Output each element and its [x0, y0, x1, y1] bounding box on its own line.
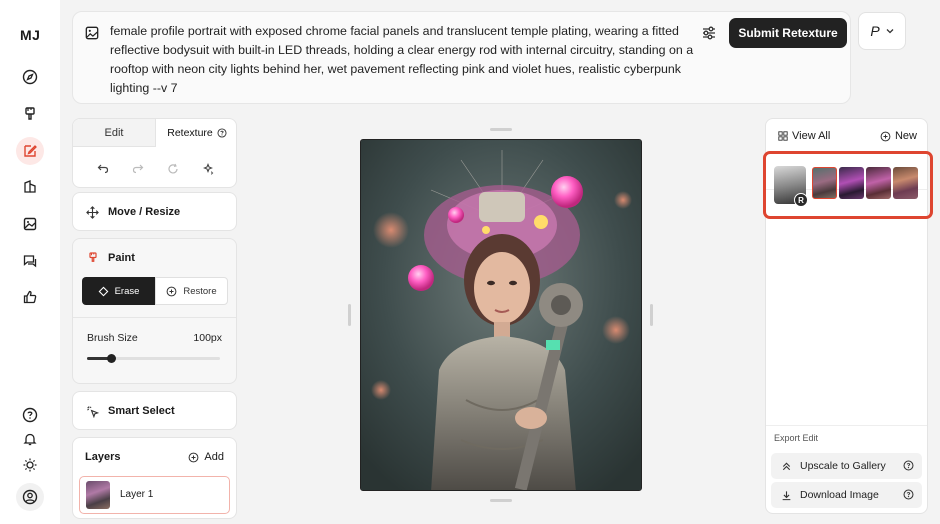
- image-prompt-icon[interactable]: [85, 26, 99, 40]
- divider: [766, 425, 927, 426]
- plus-circle-icon: [189, 452, 199, 462]
- submit-retexture-button[interactable]: Submit Retexture: [729, 18, 847, 48]
- download-image-button[interactable]: Download Image: [771, 482, 922, 508]
- grid-icon: [778, 131, 788, 141]
- layout-icon: [24, 180, 36, 193]
- upscale-to-gallery-button[interactable]: Upscale to Gallery: [771, 453, 922, 479]
- redo-icon[interactable]: [132, 163, 144, 175]
- edit-mode-tabs: Edit Retexture: [72, 118, 237, 188]
- brush-size-slider[interactable]: [87, 354, 220, 363]
- rail-gallery-button[interactable]: [16, 210, 44, 238]
- plus-circle-icon: [166, 286, 177, 296]
- profile-label: P: [870, 23, 880, 39]
- erase-button[interactable]: Erase: [82, 277, 155, 305]
- upscale-label: Upscale to Gallery: [800, 460, 886, 472]
- tab-retexture-label: Retexture: [167, 127, 213, 139]
- move-resize-tool[interactable]: Move / Resize: [72, 192, 237, 231]
- chevron-down-icon: [886, 29, 894, 34]
- left-rail: MJ: [0, 0, 60, 524]
- restore-button[interactable]: Restore: [155, 277, 228, 305]
- rail-likes-button[interactable]: [16, 283, 44, 311]
- help-icon: [22, 407, 38, 423]
- download-icon: [782, 490, 791, 500]
- canvas-image: [361, 140, 641, 490]
- layers-panel: Layers Add Layer 1: [72, 437, 237, 519]
- paint-panel: Paint Erase Restore Brush Size 100px: [72, 238, 237, 384]
- image-icon: [23, 217, 37, 231]
- move-icon: [86, 206, 99, 219]
- chat-icon: [23, 255, 37, 268]
- smart-select-tool[interactable]: Smart Select: [72, 391, 237, 430]
- canvas-bottom-handle[interactable]: [490, 499, 512, 502]
- add-layer-button[interactable]: Add: [188, 451, 224, 463]
- canvas-top-handle[interactable]: [490, 128, 512, 131]
- compass-icon: [22, 69, 38, 85]
- rail-create-button[interactable]: [16, 100, 44, 128]
- erase-label: Erase: [114, 285, 140, 297]
- reset-icon[interactable]: [167, 163, 179, 175]
- brush-size-label: Brush Size: [87, 332, 138, 344]
- prompt-input[interactable]: female profile portrait with exposed chr…: [110, 22, 696, 98]
- undo-icon[interactable]: [97, 163, 109, 175]
- eraser-icon: [98, 286, 108, 296]
- settings-sliders-icon[interactable]: [701, 25, 717, 41]
- brush-icon: [25, 107, 35, 120]
- layers-label: Layers: [85, 451, 121, 463]
- help-icon[interactable]: [903, 489, 914, 500]
- plus-circle-icon: [880, 131, 891, 141]
- history-toolbar: [73, 157, 236, 181]
- restore-label: Restore: [183, 285, 217, 297]
- divider: [73, 317, 236, 318]
- user-icon: [22, 489, 38, 505]
- thumbs-up-icon: [23, 290, 37, 304]
- slider-handle[interactable]: [106, 354, 116, 363]
- brush-size-value: 100px: [193, 332, 222, 344]
- download-label: Download Image: [800, 489, 879, 501]
- help-icon[interactable]: [217, 128, 227, 138]
- layer-thumbnail: [86, 481, 110, 509]
- upscale-icon: [782, 462, 791, 470]
- view-all-button[interactable]: View All: [778, 130, 830, 142]
- brush-icon: [89, 252, 97, 262]
- move-resize-label: Move / Resize: [108, 206, 181, 218]
- layer-item[interactable]: Layer 1: [79, 476, 230, 514]
- smart-select-label: Smart Select: [108, 405, 175, 417]
- cursor-sparkle-icon: [87, 406, 99, 418]
- export-edit-label: Export Edit: [774, 433, 819, 443]
- rail-chat-button[interactable]: [16, 247, 44, 275]
- app-logo[interactable]: MJ: [20, 27, 40, 43]
- rail-theme-button[interactable]: [16, 451, 44, 479]
- rail-explore-button[interactable]: [16, 63, 44, 91]
- profile-selector[interactable]: P: [858, 12, 906, 50]
- tab-edit[interactable]: Edit: [73, 119, 156, 147]
- tab-retexture[interactable]: Retexture: [156, 119, 236, 147]
- selection-highlight: [763, 151, 933, 219]
- add-label: Add: [204, 451, 224, 463]
- prompt-bar: female profile portrait with exposed chr…: [72, 11, 851, 104]
- bell-icon: [23, 433, 37, 446]
- magic-icon[interactable]: [202, 163, 214, 175]
- rail-notifications-button[interactable]: [16, 425, 44, 453]
- new-button[interactable]: New: [880, 130, 917, 142]
- edit-icon: [24, 145, 37, 157]
- rail-account-button[interactable]: [16, 483, 44, 511]
- rail-edit-button[interactable]: [16, 137, 44, 165]
- help-icon[interactable]: [903, 460, 914, 471]
- sun-icon: [23, 458, 37, 472]
- view-all-label: View All: [792, 130, 831, 142]
- layer-name: Layer 1: [120, 489, 154, 500]
- canvas-left-handle[interactable]: [348, 304, 351, 326]
- new-label: New: [894, 130, 917, 142]
- canvas-right-handle[interactable]: [650, 304, 653, 326]
- results-header: View All New: [766, 119, 929, 153]
- image-canvas[interactable]: [360, 139, 642, 491]
- rail-organize-button[interactable]: [16, 173, 44, 201]
- paint-label: Paint: [108, 252, 135, 264]
